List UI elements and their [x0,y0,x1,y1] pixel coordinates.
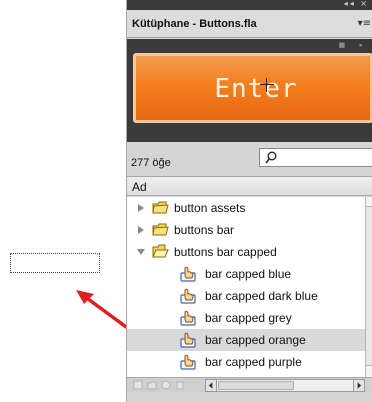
open-folder-icon [152,244,169,258]
list-item-button-symbol[interactable]: bar capped dark blue [127,285,365,307]
list-item-label: bar capped purple [205,355,302,369]
collapse-arrow-icon[interactable] [136,247,146,257]
scroll-right-arrow-icon[interactable] [353,380,364,391]
item-count: 277 öğe [131,157,171,169]
panel-title: Kütüphane - Buttons.fla [132,18,257,30]
list-item-button-symbol[interactable]: bar capped blue [127,263,365,285]
symbol-preview-area: ■ ▸ Enter [127,39,372,142]
button-symbol-icon [180,332,196,348]
column-header-label: Ad [132,180,147,194]
library-search-input[interactable] [259,148,372,167]
scroll-left-arrow-icon[interactable] [206,380,217,391]
panel-menu-icon[interactable]: ▾≡ [358,18,371,29]
list-item-folder[interactable]: button assets [127,197,365,219]
enter-button-label: Enter [214,74,298,104]
horizontal-scroll-thumb[interactable] [218,381,294,390]
dotted-selection-box [10,253,100,273]
list-item-label: buttons bar capped [174,245,277,259]
button-symbol-icon [180,310,196,326]
preview-playback-icons[interactable]: ■ ▸ [339,41,369,49]
list-item-label: bar capped dark blue [205,289,318,303]
collapse-close-controls[interactable]: ◂◂ × [344,0,369,8]
scroll-up-arrow-icon[interactable] [366,197,372,207]
horizontal-scrollbar[interactable] [205,379,365,392]
library-panel: ◂◂ × Kütüphane - Buttons.fla ▾≡ ■ ▸ Ente… [126,0,372,402]
library-info-row: 277 öğe [127,143,372,176]
list-item-button-symbol[interactable]: bar capped grey [127,307,365,329]
library-tree: button assets buttons bar buttons bar ca… [127,197,365,377]
registration-crosshair-icon [260,78,274,92]
button-symbol-icon [180,288,196,304]
expand-arrow-icon[interactable] [136,203,146,213]
vertical-scrollbar[interactable] [365,197,372,377]
list-item-label: bar capped blue [205,267,292,281]
list-item-label: buttons bar [174,223,235,237]
properties-icon[interactable] [161,380,171,390]
list-item-label: bar capped grey [205,311,292,325]
delete-icon[interactable] [175,380,185,390]
button-symbol-icon [180,266,196,282]
library-tab[interactable]: Kütüphane - Buttons.fla ▾≡ [127,10,372,38]
list-item-label: bar capped orange [205,333,306,347]
list-item-button-symbol-selected[interactable]: bar capped orange [127,329,365,351]
folder-icon [152,223,169,236]
library-bottom-toolbar [127,377,372,392]
list-item-folder[interactable]: buttons bar [127,219,365,241]
panel-top-bar: ◂◂ × [127,0,372,10]
new-folder-icon[interactable] [147,380,157,390]
list-item-folder-open[interactable]: buttons bar capped [127,241,365,263]
enter-button-preview: Enter [133,53,372,123]
button-symbol-icon [180,354,196,370]
folder-icon [152,201,169,214]
scroll-down-arrow-icon[interactable] [366,365,372,377]
list-item-button-symbol[interactable]: bar capped purple [127,351,365,373]
expand-arrow-icon[interactable] [136,225,146,235]
new-symbol-icon[interactable] [133,380,143,390]
column-header-name[interactable]: Ad [127,176,372,196]
list-item-label: button assets [174,201,246,215]
search-icon [265,151,277,164]
